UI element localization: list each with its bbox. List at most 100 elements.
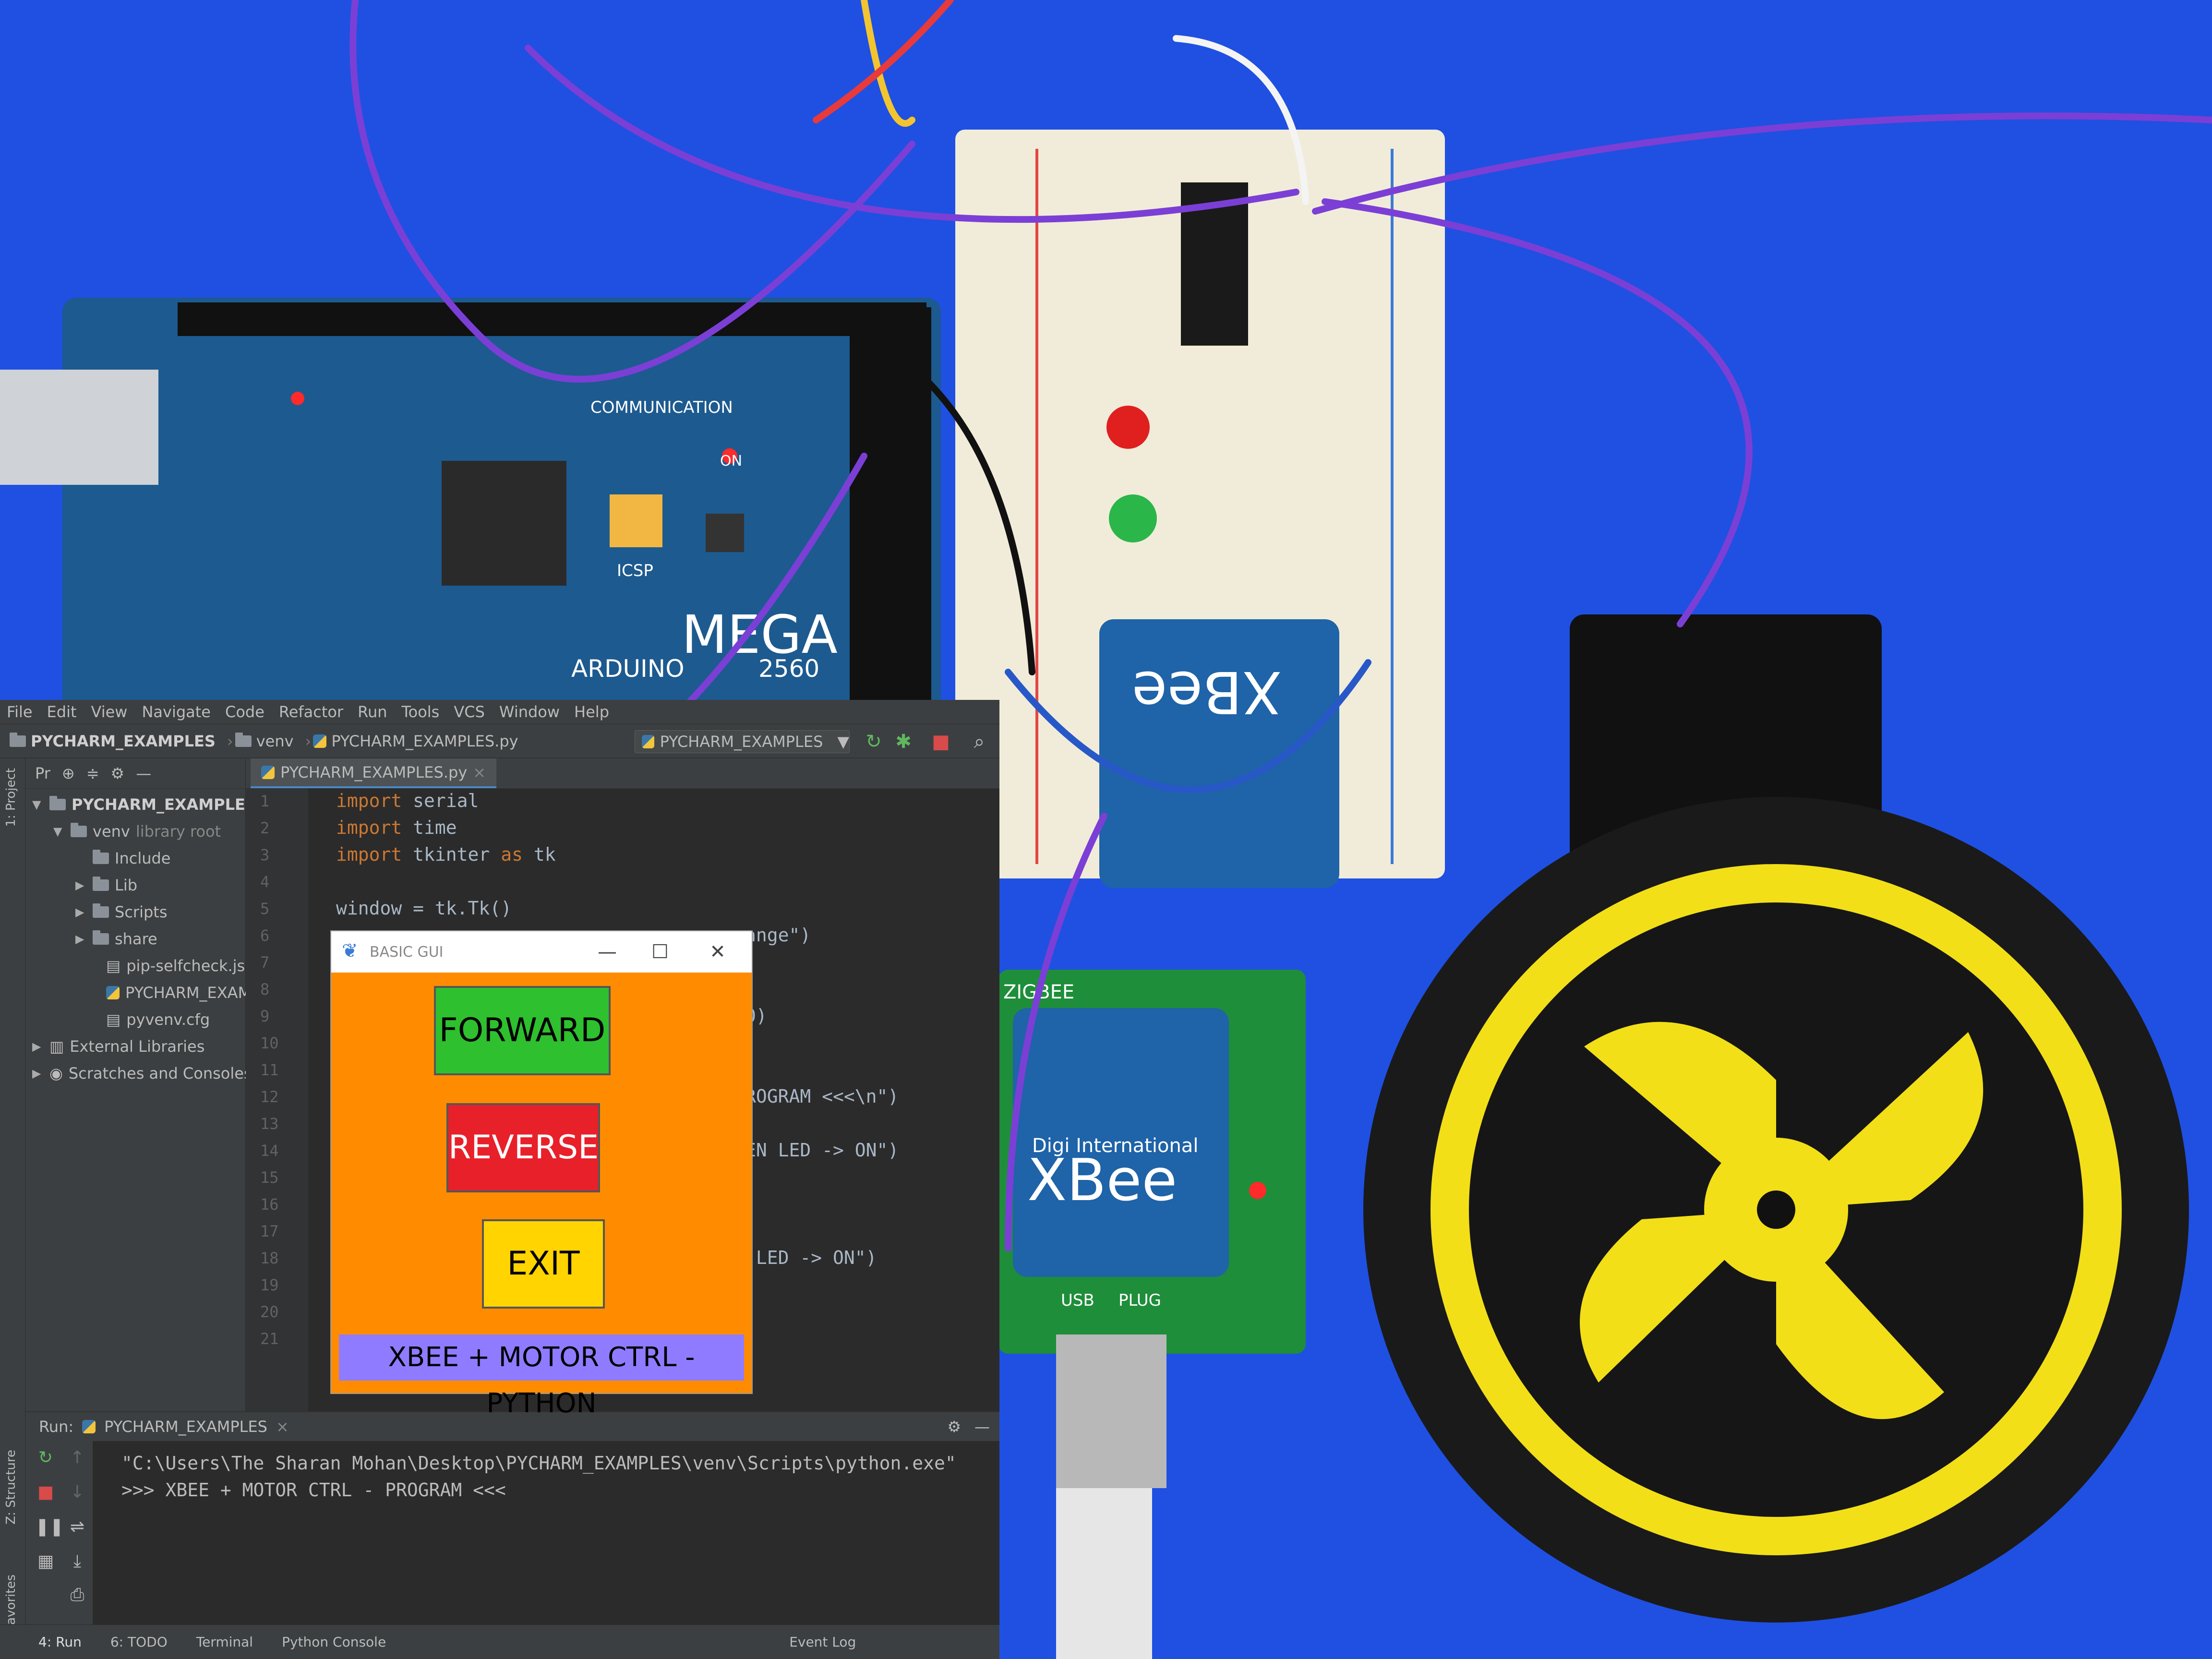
xbee-bottom-label: XBee (1027, 1147, 1177, 1214)
python-file-icon (106, 986, 120, 999)
run-tab[interactable]: PYCHARM_EXAMPLES (104, 1418, 267, 1436)
tree-item-include[interactable]: Include (93, 846, 170, 871)
project-tool-tab[interactable]: 1: Project (4, 768, 18, 827)
gui-title-bar[interactable]: ❦ BASIC GUI — ☐ ✕ (331, 931, 752, 973)
exit-button[interactable]: EXIT (482, 1219, 605, 1309)
run-configuration-select[interactable]: PYCHARM_EXAMPLES ▼ (635, 730, 850, 753)
communication-label: COMMUNICATION (590, 398, 733, 417)
print-icon[interactable]: ⎙ (67, 1585, 88, 1605)
run-configuration-label: PYCHARM_EXAMPLES (660, 733, 823, 751)
up-arrow-icon[interactable]: ↑ (67, 1448, 88, 1467)
menu-view[interactable]: View (91, 703, 128, 721)
menu-code[interactable]: Code (225, 703, 264, 721)
breadcrumb: PYCHARM_EXAMPLES › venv › PYCHARM_EXAMPL… (0, 724, 999, 758)
project-view-select[interactable]: Pr (35, 764, 50, 782)
tree-item-scripts[interactable]: ▶ Scripts (75, 900, 167, 925)
line-number: 19 (260, 1276, 279, 1294)
gear-icon[interactable]: ⚙ (947, 1418, 961, 1436)
folder-icon (235, 732, 252, 747)
code-line: import tkinter as tk (336, 844, 556, 865)
menu-navigate[interactable]: Navigate (142, 703, 211, 721)
tree-item-project-root[interactable]: ▼ PYCHARM_EXAMPLES (32, 792, 256, 817)
menu-help[interactable]: Help (574, 703, 609, 721)
line-number: 10 (260, 1034, 279, 1052)
down-arrow-icon[interactable]: ↓ (67, 1482, 88, 1502)
tree-item-venv[interactable]: ▼ venv library root (53, 819, 221, 844)
project-toolbar: Pr ⊕ ≑ ⚙ — (25, 758, 245, 789)
search-icon[interactable]: ⌕ (970, 731, 989, 752)
project-panel: Pr ⊕ ≑ ⚙ — ▼ PYCHARM_EXAMPLES ▼ venv lib… (25, 758, 264, 1411)
chevron-right-icon: › (227, 732, 233, 750)
run-toolbar: ↻ ■ ❚❚ ▦ ↑ ↓ ⇌ ⤓ ⎙ (25, 1441, 93, 1625)
rerun-icon[interactable]: ↻ (864, 731, 883, 752)
structure-tool-tab[interactable]: Z: Structure (4, 1450, 18, 1525)
tool-tab-todo[interactable]: 6: TODO (110, 1634, 168, 1650)
forward-button[interactable]: FORWARD (434, 986, 611, 1075)
minimize-icon[interactable]: — (974, 1418, 990, 1436)
target-icon[interactable]: ⊕ (62, 764, 75, 782)
soft-wrap-icon[interactable]: ⇌ (67, 1517, 88, 1537)
menu-window[interactable]: Window (499, 703, 560, 721)
gui-title: BASIC GUI (370, 943, 444, 961)
line-number: 7 (260, 953, 270, 972)
close-icon[interactable]: × (276, 1418, 289, 1436)
tool-tab-event-log[interactable]: Event Log (789, 1634, 856, 1650)
tree-item-share[interactable]: ▶ share (75, 926, 157, 951)
code-line: LED -> ON") (745, 1247, 877, 1268)
menu-refactor[interactable]: Refactor (279, 703, 343, 721)
line-number: 3 (260, 846, 270, 864)
tree-item-pip-selfcheck[interactable]: ▤ pip-selfcheck.json (106, 953, 264, 978)
scroll-to-end-icon[interactable]: ⤓ (67, 1551, 88, 1572)
reverse-button[interactable]: REVERSE (446, 1103, 600, 1192)
tool-tab-run[interactable]: 4: Run (38, 1634, 82, 1650)
stop-icon[interactable]: ■ (35, 1482, 56, 1502)
chevron-right-icon: ▶ (75, 878, 84, 892)
gui-banner-label: XBEE + MOTOR CTRL - PYTHON (339, 1334, 744, 1419)
code-line: ROGRAM <<<\n") (745, 1086, 899, 1107)
python-file-icon (313, 734, 327, 748)
close-icon[interactable]: × (473, 763, 486, 781)
folder-icon (49, 796, 66, 810)
tree-item-pyvenv[interactable]: ▤ pyvenv.cfg (106, 1007, 210, 1032)
chevron-down-icon: ▼ (837, 733, 849, 751)
breadcrumb-file[interactable]: PYCHARM_EXAMPLES.py (313, 732, 518, 750)
tool-tab-terminal[interactable]: Terminal (196, 1634, 253, 1650)
menu-vcs[interactable]: VCS (454, 703, 485, 721)
layout-icon[interactable]: ▦ (35, 1551, 56, 1571)
chevron-down-icon: ▼ (32, 798, 41, 811)
menu-run[interactable]: Run (358, 703, 387, 721)
folder-icon (93, 850, 109, 864)
breadcrumb-venv[interactable]: venv (235, 732, 294, 750)
stop-icon[interactable]: ■ (931, 731, 950, 752)
gear-icon[interactable]: ⚙ (111, 764, 125, 782)
tree-item-lib[interactable]: ▶ Lib (75, 873, 137, 898)
console-line: "C:\Users\The Sharan Mohan\Desktop\PYCHA… (121, 1453, 956, 1474)
file-icon: ▤ (106, 1010, 121, 1029)
minimize-window-button[interactable]: — (581, 931, 634, 973)
line-number: 2 (260, 819, 270, 837)
tree-item-scratches[interactable]: ▶ ◉ Scratches and Consoles (32, 1061, 252, 1086)
rerun-icon[interactable]: ↻ (35, 1448, 56, 1467)
left-tool-strip: 1: Project Z: Structure 2: Favorites (0, 758, 25, 1659)
menu-tools[interactable]: Tools (402, 703, 440, 721)
tab-python-file[interactable]: PYCHARM_EXAMPLES.py × (251, 758, 497, 788)
pause-icon[interactable]: ❚❚ (35, 1517, 64, 1537)
line-number: 1 (260, 792, 270, 810)
maximize-window-button[interactable]: ☐ (634, 931, 686, 973)
code-line: import time (336, 817, 457, 838)
line-number: 14 (260, 1142, 279, 1160)
breadcrumb-project[interactable]: PYCHARM_EXAMPLES (10, 732, 216, 750)
minimize-icon[interactable]: — (136, 764, 151, 782)
line-number: 18 (260, 1249, 279, 1267)
line-number: 9 (260, 1007, 270, 1025)
close-window-button[interactable]: ✕ (691, 931, 744, 973)
tree-item-external-libraries[interactable]: ▶ ▥ External Libraries (32, 1034, 204, 1059)
menu-file[interactable]: File (7, 703, 33, 721)
tree-item-python-file[interactable]: PYCHARM_EXAM (106, 980, 251, 1005)
tool-tab-python-console[interactable]: Python Console (282, 1634, 386, 1650)
collapse-icon[interactable]: ≑ (86, 764, 99, 782)
debug-icon[interactable]: ✱ (894, 731, 913, 752)
line-number: 21 (260, 1330, 279, 1348)
menu-edit[interactable]: Edit (47, 703, 77, 721)
chevron-right-icon: › (305, 732, 312, 750)
